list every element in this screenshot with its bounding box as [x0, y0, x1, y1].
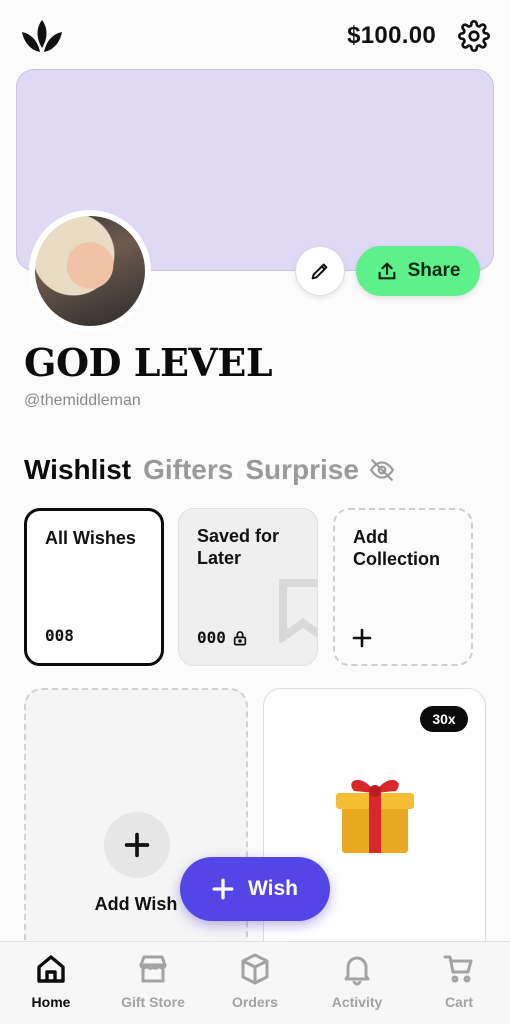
cart-icon	[443, 955, 473, 983]
share-button[interactable]: Share	[356, 246, 480, 296]
bottom-nav: Home Gift Store Orders Activity Cart	[0, 941, 510, 1024]
collection-count: 000	[197, 628, 226, 647]
nav-item-gift-store[interactable]: Gift Store	[102, 942, 204, 1024]
collection-all-wishes[interactable]: All Wishes 008	[24, 508, 164, 666]
edit-profile-button[interactable]	[295, 246, 345, 296]
plus-icon	[124, 832, 150, 858]
bell-icon	[344, 956, 370, 986]
nav-item-cart[interactable]: Cart	[408, 942, 510, 1024]
nav-label: Home	[31, 994, 71, 1010]
nav-label: Orders	[232, 994, 278, 1010]
share-icon	[378, 262, 396, 280]
nav-item-orders[interactable]: Orders	[204, 942, 306, 1024]
collection-saved-for-later[interactable]: Saved for Later 000	[178, 508, 318, 666]
store-icon	[139, 955, 167, 983]
plus-icon	[352, 628, 372, 648]
wallet-balance[interactable]: $100.00	[347, 22, 436, 50]
gift-icon	[336, 779, 414, 853]
add-wish-plus-button[interactable]	[104, 812, 170, 878]
plus-icon	[212, 878, 234, 900]
bookmark-icon	[279, 579, 317, 643]
wish-card[interactable]: 30x	[263, 688, 486, 978]
tab-surprise[interactable]: Surprise	[245, 454, 359, 486]
eye-off-icon[interactable]	[369, 457, 395, 483]
add-collection-card[interactable]: Add Collection	[333, 508, 473, 666]
avatar-photo	[35, 216, 145, 326]
pencil-icon	[311, 263, 328, 280]
nav-label: Activity	[331, 994, 383, 1010]
collection-count: 008	[45, 626, 74, 645]
quantity-badge: 30x	[420, 706, 468, 732]
tab-gifters[interactable]: Gifters	[143, 454, 233, 486]
crown-logo-icon	[22, 20, 62, 52]
tab-wishlist[interactable]: Wishlist	[24, 454, 131, 486]
collection-title: Saved for Later	[197, 526, 280, 568]
nav-item-home[interactable]: Home	[0, 942, 102, 1024]
profile-name: GOD LEVEL	[24, 340, 273, 385]
collection-title: All Wishes	[45, 528, 136, 548]
share-label: Share	[407, 260, 461, 281]
collection-count-wrap: 000	[197, 628, 248, 647]
collection-title: Add Collection	[353, 527, 441, 569]
top-bar: $100.00	[0, 0, 510, 70]
add-wish-card[interactable]: Add Wish	[24, 688, 248, 978]
profile-handle: @themiddleman	[24, 392, 141, 409]
nav-label: Cart	[444, 994, 473, 1010]
box-icon	[241, 953, 269, 985]
nav-item-activity[interactable]: Activity	[306, 942, 408, 1024]
lock-icon	[233, 630, 247, 646]
fab-label: Wish	[248, 877, 298, 900]
wishlist-tabs: Wishlist Gifters Surprise	[24, 454, 395, 486]
nav-label: Gift Store	[121, 994, 185, 1010]
add-wish-fab[interactable]: Wish	[180, 857, 330, 921]
home-icon	[37, 955, 65, 983]
avatar[interactable]	[29, 210, 151, 332]
gear-icon[interactable]	[458, 20, 490, 52]
